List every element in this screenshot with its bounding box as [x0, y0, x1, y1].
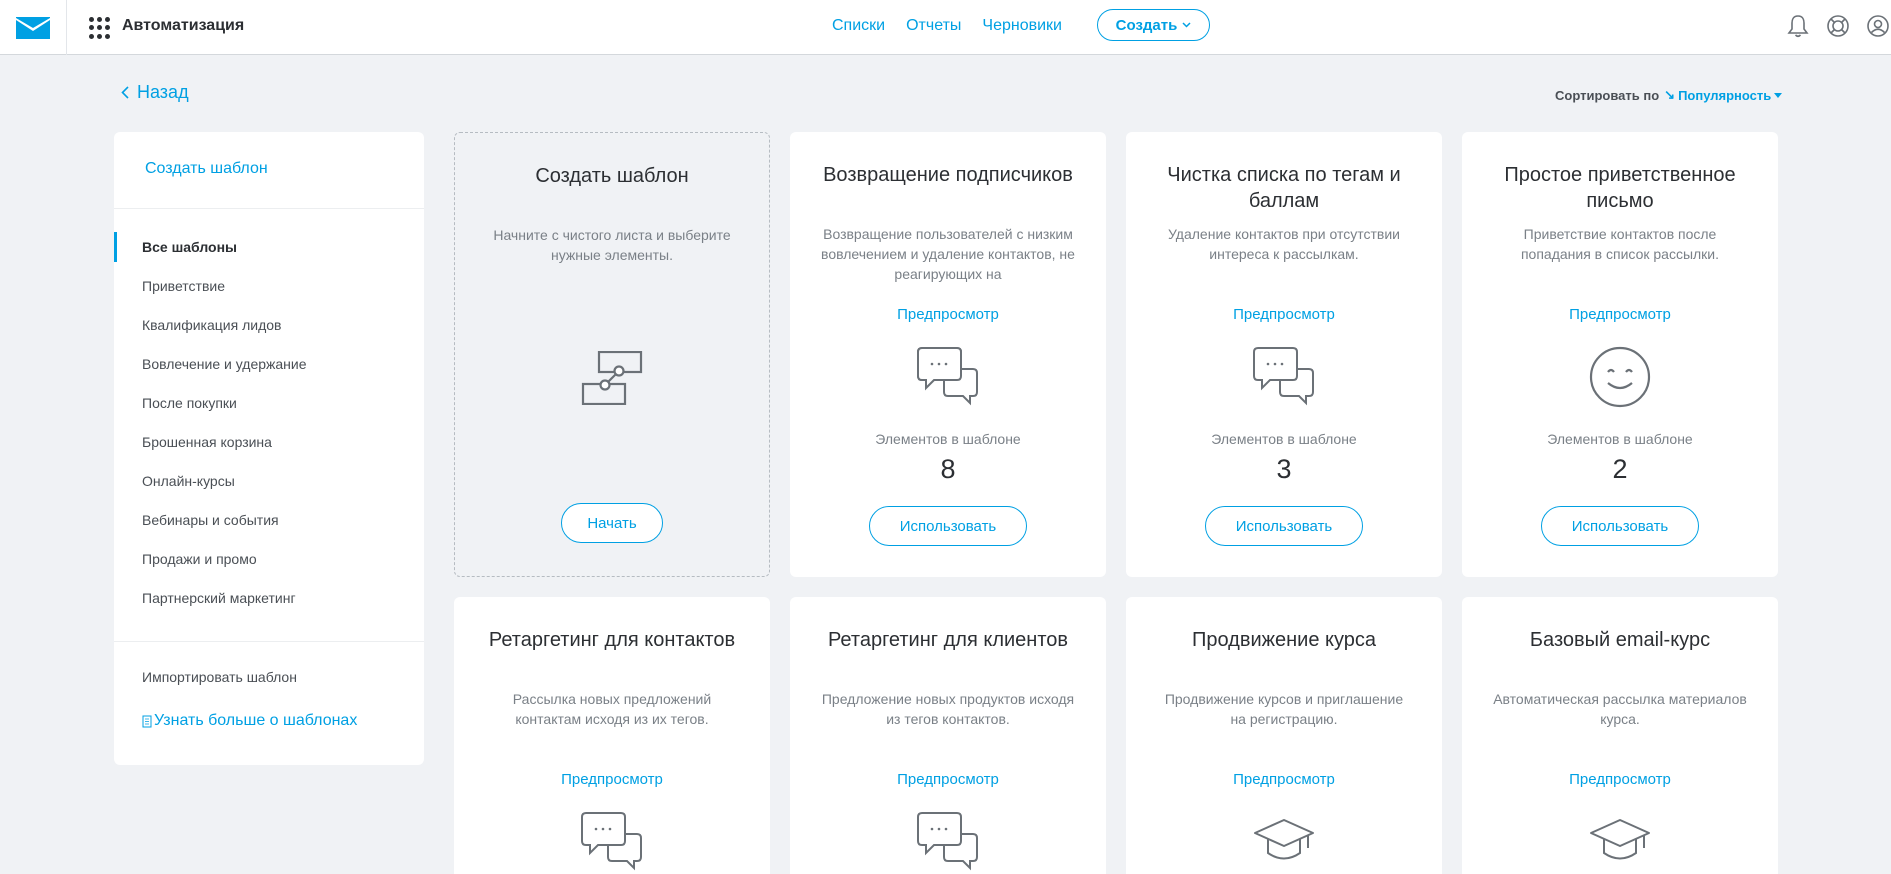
- caret-down-icon: [1774, 92, 1783, 98]
- preview-link[interactable]: Предпросмотр: [790, 771, 1106, 788]
- sidebar-item-welcome[interactable]: Приветствие: [142, 278, 225, 294]
- template-card: Базовый email-курс Автоматическая рассыл…: [1462, 597, 1778, 874]
- template-card-create: Создать шаблон Начните с чистого листа и…: [454, 132, 770, 577]
- template-card: Чистка списка по тегам и баллам Удаление…: [1126, 132, 1442, 577]
- sidebar-item-online-courses[interactable]: Онлайн-курсы: [142, 473, 235, 489]
- preview-link[interactable]: Предпросмотр: [1462, 771, 1778, 788]
- user-icon[interactable]: [1865, 13, 1891, 39]
- sort-control: Сортировать по ↘ Популярность: [1555, 87, 1783, 103]
- back-link[interactable]: Назад: [121, 82, 189, 103]
- card-description: Приветствие контактов после попадания в …: [1520, 226, 1720, 262]
- sort-direction-icon: ↘: [1664, 87, 1676, 102]
- card-description: Автоматическая рассылка материалов курса…: [1493, 691, 1747, 727]
- sidebar-divider: [114, 641, 424, 642]
- smile-icon: [1589, 346, 1651, 413]
- card-description: Удаление контактов при отсутствии интере…: [1168, 226, 1400, 262]
- workflow-icon: [581, 350, 643, 410]
- sidebar-divider: [114, 208, 424, 209]
- card-title: Возвращение подписчиков: [823, 164, 1073, 186]
- card-description: Возвращение пользователей с низким вовле…: [821, 226, 1075, 282]
- sidebar-item-all[interactable]: Все шаблоны: [142, 239, 237, 255]
- start-button[interactable]: Начать: [561, 503, 663, 543]
- learn-more-label: Узнать больше о шаблонах: [154, 712, 358, 729]
- lifebuoy-icon[interactable]: [1825, 13, 1851, 39]
- sidebar-learn-more[interactable]: Узнать больше о шаблонах: [142, 712, 357, 730]
- envelope-logo-icon: [16, 16, 50, 39]
- card-title: Создать шаблон: [535, 165, 689, 187]
- document-icon: [142, 715, 152, 727]
- chevron-left-icon: [121, 86, 129, 99]
- logo[interactable]: [0, 0, 67, 55]
- card-title: Чистка списка по тегам и баллам: [1167, 164, 1401, 212]
- card-title: Простое приветственное письмо: [1504, 164, 1736, 212]
- card-title: Ретаргетинг для клиентов: [827, 629, 1069, 651]
- card-description: Рассылка новых предложений контактам исх…: [512, 691, 712, 727]
- template-card: Ретаргетинг для клиентов Предложение нов…: [790, 597, 1106, 874]
- nav-reports[interactable]: Отчеты: [906, 17, 961, 35]
- template-card: Продвижение курса Продвижение курсов и п…: [1126, 597, 1442, 874]
- sidebar: Создать шаблон Все шаблоны Приветствие К…: [114, 132, 424, 765]
- use-button[interactable]: Использовать: [1541, 506, 1699, 546]
- preview-link[interactable]: Предпросмотр: [790, 306, 1106, 323]
- sidebar-item-webinars[interactable]: Вебинары и события: [142, 512, 279, 528]
- chat-bubbles-icon: [917, 346, 979, 411]
- sidebar-item-lead-qualification[interactable]: Квалификация лидов: [142, 317, 281, 333]
- chat-bubbles-icon: [1253, 346, 1315, 411]
- back-label: Назад: [137, 82, 189, 102]
- card-title: Базовый email-курс: [1529, 629, 1711, 651]
- template-card: Возвращение подписчиков Возвращение поль…: [790, 132, 1106, 577]
- preview-link[interactable]: Предпросмотр: [1126, 306, 1442, 323]
- use-button[interactable]: Использовать: [869, 506, 1027, 546]
- sidebar-item-abandoned-cart[interactable]: Брошенная корзина: [142, 434, 272, 450]
- create-button[interactable]: Создать: [1097, 9, 1210, 41]
- card-description: Начните с чистого листа и выберите нужны…: [493, 227, 731, 263]
- sidebar-item-post-purchase[interactable]: После покупки: [142, 395, 237, 411]
- bell-icon[interactable]: [1785, 13, 1811, 39]
- nav-lists[interactable]: Списки: [832, 17, 885, 35]
- top-icons: [1785, 13, 1891, 39]
- card-description: Предложение новых продуктов исходя из те…: [821, 691, 1075, 727]
- sort-value: Популярность: [1678, 87, 1772, 103]
- chat-bubbles-icon: [917, 811, 979, 874]
- preview-link[interactable]: Предпросмотр: [1126, 771, 1442, 788]
- chat-bubbles-icon: [581, 811, 643, 874]
- sidebar-item-engagement[interactable]: Вовлечение и удержание: [142, 356, 307, 372]
- elements-count-label: Элементов в шаблоне: [1547, 431, 1693, 447]
- graduation-cap-icon: [1253, 818, 1315, 869]
- graduation-cap-icon: [1589, 818, 1651, 869]
- sort-label: Сортировать по: [1555, 87, 1660, 103]
- template-card: Ретаргетинг для контактов Рассылка новых…: [454, 597, 770, 874]
- top-nav: Списки Отчеты Черновики: [832, 17, 1062, 35]
- template-card: Простое приветственное письмо Приветстви…: [1462, 132, 1778, 577]
- card-title: Продвижение курса: [1191, 629, 1377, 651]
- sidebar-item-sales[interactable]: Продажи и промо: [142, 551, 257, 567]
- nav-drafts[interactable]: Черновики: [982, 17, 1062, 35]
- elements-count-label: Элементов в шаблоне: [1211, 431, 1357, 447]
- sidebar-item-affiliate[interactable]: Партнерский маркетинг: [142, 590, 296, 606]
- sidebar-active-indicator: [114, 232, 117, 262]
- sort-dropdown[interactable]: ↘ Популярность: [1664, 87, 1783, 103]
- preview-link[interactable]: Предпросмотр: [1462, 306, 1778, 323]
- sidebar-import-template[interactable]: Импортировать шаблон: [142, 669, 297, 685]
- chevron-down-icon: [1182, 22, 1191, 28]
- elements-count: 2: [1612, 454, 1628, 484]
- card-title: Ретаргетинг для контактов: [488, 629, 736, 651]
- elements-count: 8: [940, 454, 956, 484]
- app-title: Автоматизация: [122, 17, 245, 34]
- create-button-label: Создать: [1115, 16, 1178, 34]
- top-bar: Автоматизация Списки Отчеты Черновики Со…: [0, 0, 1891, 55]
- sidebar-create-template[interactable]: Создать шаблон: [145, 160, 268, 178]
- preview-link[interactable]: Предпросмотр: [454, 771, 770, 788]
- apps-grid-icon[interactable]: [89, 17, 111, 39]
- use-button[interactable]: Использовать: [1205, 506, 1363, 546]
- elements-count: 3: [1276, 454, 1292, 484]
- card-description: Продвижение курсов и приглашение на реги…: [1164, 691, 1404, 727]
- elements-count-label: Элементов в шаблоне: [875, 431, 1021, 447]
